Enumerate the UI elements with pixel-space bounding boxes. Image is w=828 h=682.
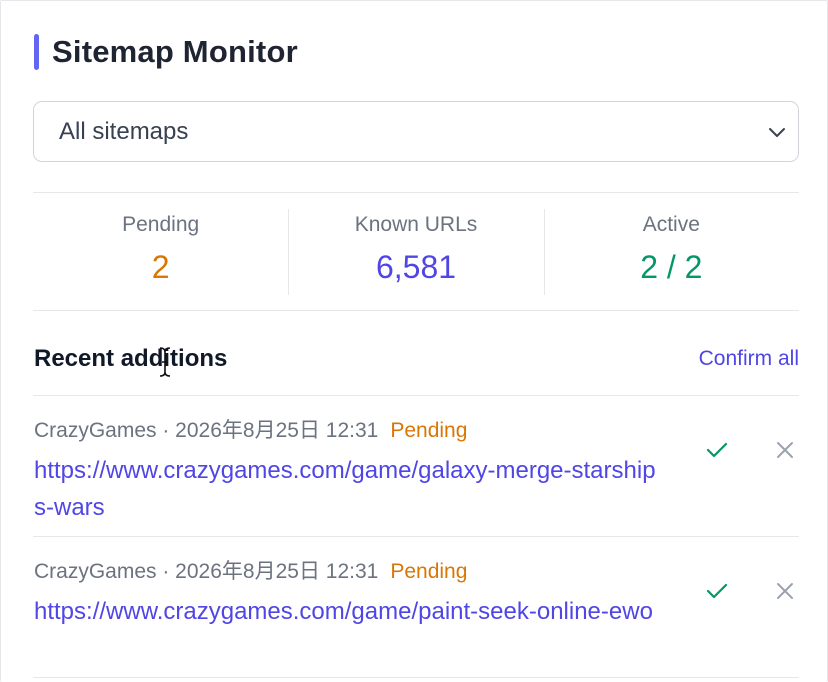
stat-label: Active [642,213,700,236]
list-item: CrazyGames · 2026年8月25日 12:31 Pending ht… [34,555,799,630]
stat-active: Active 2 / 2 [543,193,799,311]
sitemap-monitor-panel: Sitemap Monitor All sitemaps Pending 2 K… [0,0,828,682]
item-source: CrazyGames · 2026年8月25日 12:31 [34,419,379,442]
stat-known-urls: Known URLs 6,581 [288,193,543,311]
recent-additions-header: Recent additions Confirm all [34,345,799,373]
dismiss-close-icon[interactable] [771,577,799,605]
item-url-link[interactable]: https://www.crazygames.com/game/paint-se… [34,593,664,630]
confirm-check-icon[interactable] [703,436,731,464]
item-actions [703,436,799,464]
stat-value: 2 [151,249,170,285]
divider [33,677,799,678]
sitemap-filter-value: All sitemaps [59,117,189,145]
status-badge: Pending [390,560,468,583]
stat-label: Known URLs [354,213,478,236]
stat-label: Pending [122,213,200,236]
item-source: CrazyGames · 2026年8月25日 12:31 [34,560,379,583]
item-actions [703,577,799,605]
stat-value: 2 / 2 [640,249,703,285]
page-title: Sitemap Monitor [52,34,298,69]
divider [33,395,799,396]
section-title: Recent additions [34,345,228,372]
confirm-all-button[interactable]: Confirm all [699,347,799,371]
text-cursor-icon [159,347,171,377]
chevron-down-icon [766,121,788,143]
sitemap-filter-select[interactable]: All sitemaps [33,101,799,162]
divider [33,310,799,311]
title-accent-bar [34,34,39,70]
list-item: CrazyGames · 2026年8月25日 12:31 Pending ht… [34,414,799,526]
stat-pending: Pending 2 [33,193,288,311]
dismiss-close-icon[interactable] [771,436,799,464]
item-meta: CrazyGames · 2026年8月25日 12:31 Pending [34,414,799,444]
divider [33,536,799,537]
stat-value: 6,581 [375,249,457,285]
item-meta: CrazyGames · 2026年8月25日 12:31 Pending [34,555,799,585]
confirm-check-icon[interactable] [703,577,731,605]
status-badge: Pending [390,419,468,442]
stats-row: Pending 2 Known URLs 6,581 Active 2 / 2 [33,193,799,311]
panel-header: Sitemap Monitor [34,33,298,71]
item-url-link[interactable]: https://www.crazygames.com/game/galaxy-m… [34,452,664,526]
